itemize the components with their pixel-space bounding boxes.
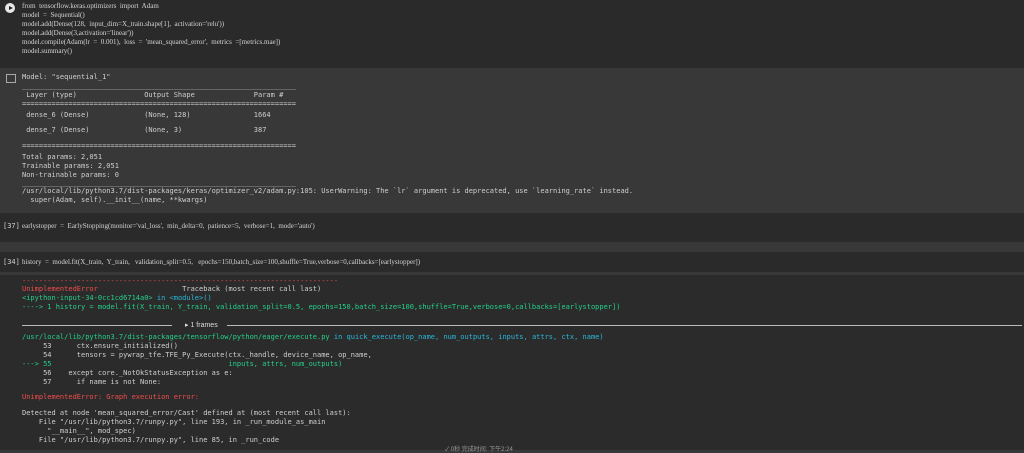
detected-line: Detected at node 'mean_squared_error/Cas… <box>22 409 351 417</box>
ipython-input: <ipython-input-34-0cc1cd6714a0> <box>22 294 153 302</box>
source-line: 53 ctx.ensure_initialized() <box>22 342 178 350</box>
code-line: history = model.fit(X_train, Y_train, va… <box>22 258 421 266</box>
frames-divider <box>227 325 1022 326</box>
total-params: Total params: 2,051 <box>22 153 103 161</box>
error-name: UnimplementedError <box>22 285 98 293</box>
warning-line: super(Adam, self).__init__(name, **kwarg… <box>22 196 208 204</box>
code-line: earlystopper = EarlyStopping(monitor='va… <box>22 222 315 230</box>
frames-label: ▸ 1 frames <box>185 322 218 329</box>
table-header: Layer (type) Output Shape Param # <box>22 91 296 99</box>
traceback-label: Traceback (most recent call last) <box>182 285 322 293</box>
run-cell-button[interactable] <box>5 3 15 13</box>
code-line: from tensorflow.keras.optimizers import … <box>22 2 159 10</box>
code-line: model.add(Dense(3,activation='linear')) <box>22 29 134 37</box>
source-line: 56 except core._NotOkStatusException as … <box>22 369 233 377</box>
trace-file-line: File "/usr/lib/python3.7/runpy.py", line… <box>22 436 280 444</box>
trace-file-line: File "/usr/lib/python3.7/runpy.py", line… <box>22 418 326 426</box>
frames-toggle[interactable]: ▸ 1 frames <box>22 321 1022 330</box>
error-header: UnimplementedError Traceback (most recen… <box>22 285 321 294</box>
in-module: in <module>() <box>152 294 212 302</box>
code-cell-1[interactable]: from tensorflow.keras.optimizers import … <box>0 0 1024 68</box>
rule: ========================================… <box>22 142 296 150</box>
execution-count: [37] <box>3 222 20 230</box>
code-line: model.add(Dense(128, input_dim=X_train.s… <box>22 20 225 28</box>
rule: ________________________________________… <box>22 82 296 90</box>
code-cell-37[interactable]: [37] earlystopper = EarlyStopping(monito… <box>0 213 1024 242</box>
status-bar: ✓ 0秒 完成时间: 下午2:24 <box>445 447 513 453</box>
source-line-highlight: ---> 55 inputs, attrs, num_outputs) <box>22 360 343 368</box>
code-line: model = Sequential() <box>22 11 85 19</box>
trace-file-line: "__main__", mod_spec) <box>22 427 136 435</box>
output-area-1: Model: "sequential_1" __________________… <box>0 68 1024 212</box>
file-in: in quick_execute(op_name, num_outputs, i… <box>329 333 604 341</box>
output-icon[interactable] <box>6 74 16 83</box>
file-line: /usr/local/lib/python3.7/dist-packages/t… <box>22 333 604 342</box>
frames-divider <box>22 325 172 326</box>
trainable-params: Trainable params: 2,051 <box>22 162 119 170</box>
code-line: model.summary() <box>22 47 72 55</box>
ipython-input-line: <ipython-input-34-0cc1cd6714a0> in <modu… <box>22 294 212 303</box>
source-line: 54 tensors = pywrap_tfe.TFE_Py_Execute(c… <box>22 351 372 359</box>
execution-count: [34] <box>3 258 20 266</box>
error-output: ----------------------------------------… <box>0 275 1024 450</box>
warning-line: /usr/local/lib/python3.7/dist-packages/k… <box>22 187 634 195</box>
table-row: dense_7 (Dense) (None, 3) 387 <box>22 126 296 134</box>
model-name: Model: "sequential_1" <box>22 73 111 81</box>
code-cell-34[interactable]: [34] history = model.fit(X_train, Y_trai… <box>0 252 1024 272</box>
final-error: UnimplementedError: Graph execution erro… <box>22 393 200 401</box>
table-row: dense_6 (Dense) (None, 128) 1664 <box>22 111 296 119</box>
code-line: model.compile(Adam(lr = 0.001), loss = '… <box>22 38 281 46</box>
source-line: 57 if name is not None: <box>22 378 162 386</box>
file-path[interactable]: /usr/local/lib/python3.7/dist-packages/t… <box>22 333 330 341</box>
arrow-line: ----> 1 history = model.fit(X_train, Y_t… <box>22 303 621 311</box>
rule: ========================================… <box>22 100 296 108</box>
